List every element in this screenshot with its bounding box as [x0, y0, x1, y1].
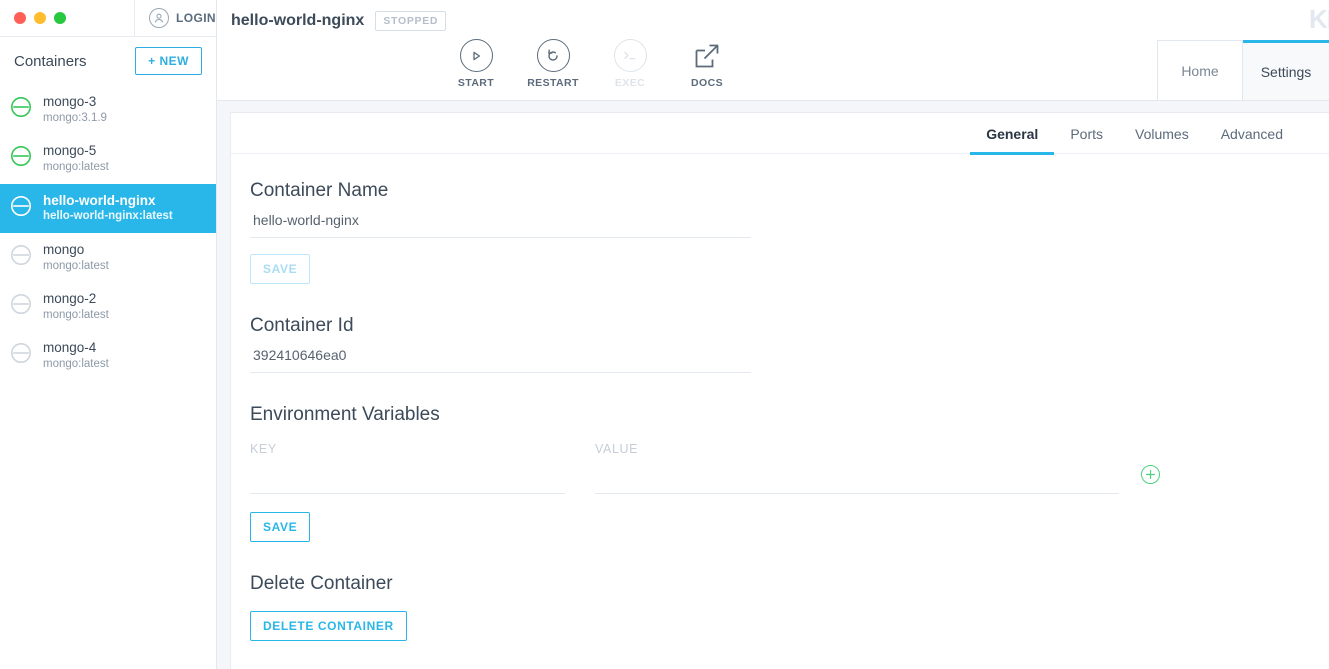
toolbar-button-docs[interactable]: DOCS	[680, 39, 734, 89]
user-circle-icon	[149, 8, 169, 28]
delete-container-section: Delete Container DELETE CONTAINER	[250, 573, 1329, 641]
play-icon	[460, 39, 493, 72]
toolbar-button-label: EXEC	[615, 77, 645, 89]
containers-heading: Containers	[14, 53, 87, 70]
toolbar-button-label: RESTART	[527, 77, 579, 89]
env-key-label: KEY	[250, 442, 565, 456]
tab-label: Ports	[1070, 126, 1103, 142]
close-window-button[interactable]	[14, 12, 26, 24]
sidebar: LOGIN Containers + NEW mongo-3mongo:3.1.…	[0, 0, 217, 669]
content-header: KI hello-world-nginx STOPPED START RESTAR…	[217, 0, 1329, 101]
container-image: hello-world-nginx:latest	[43, 209, 173, 223]
toolbar-button-start[interactable]: START	[449, 39, 503, 89]
list-item[interactable]: hello-world-nginxhello-world-nginx:lates…	[0, 184, 216, 233]
container-status-icon	[10, 244, 32, 271]
env-value-label: VALUE	[595, 442, 1119, 456]
container-name: mongo-4	[43, 340, 109, 357]
container-name: mongo-2	[43, 291, 109, 308]
header-title-row: hello-world-nginx STOPPED	[217, 0, 1329, 31]
toolbar-button-restart[interactable]: RESTART	[526, 39, 580, 89]
container-image: mongo:latest	[43, 308, 109, 322]
tab-volumes[interactable]: Volumes	[1119, 113, 1205, 154]
external-link-icon	[691, 39, 724, 72]
container-status-icon	[10, 342, 32, 369]
nav-tab-settings[interactable]: Settings	[1243, 40, 1329, 100]
container-status-icon	[10, 145, 32, 172]
env-value-column: VALUE	[595, 442, 1119, 494]
zoom-window-button[interactable]	[54, 12, 66, 24]
toolbar-button-exec: EXEC	[603, 39, 657, 89]
list-item[interactable]: mongo-2mongo:latest	[0, 282, 216, 331]
container-name-title: Container Name	[250, 180, 1329, 202]
container-status-icon	[10, 195, 32, 222]
list-item[interactable]: mongo-5mongo:latest	[0, 134, 216, 183]
nav-tab-home[interactable]: Home	[1157, 40, 1243, 100]
toolbar-button-label: DOCS	[691, 77, 723, 89]
tab-label: Volumes	[1135, 126, 1189, 142]
tab-advanced[interactable]: Advanced	[1205, 113, 1299, 154]
container-list: mongo-3mongo:3.1.9mongo-5mongo:latesthel…	[0, 85, 216, 381]
page-title: hello-world-nginx	[231, 12, 364, 30]
container-id-value: 392410646ea0	[250, 337, 751, 373]
toolbar-button-label: START	[458, 77, 494, 89]
container-image: mongo:latest	[43, 160, 109, 174]
save-environment-variables-button[interactable]: SAVE	[250, 512, 310, 542]
nav-tab-label: Home	[1181, 63, 1218, 79]
container-image: mongo:latest	[43, 357, 109, 371]
container-name: hello-world-nginx	[43, 193, 173, 210]
list-item[interactable]: mongo-4mongo:latest	[0, 331, 216, 380]
list-item[interactable]: mongo-3mongo:3.1.9	[0, 85, 216, 134]
container-id-title: Container Id	[250, 315, 1329, 337]
minimize-window-button[interactable]	[34, 12, 46, 24]
settings-tabs: General Ports Volumes Advanced	[231, 113, 1329, 154]
status-badge: STOPPED	[375, 11, 446, 31]
container-image: mongo:latest	[43, 259, 109, 273]
container-name: mongo-3	[43, 94, 107, 111]
list-item[interactable]: mongomongo:latest	[0, 233, 216, 282]
env-key-input[interactable]	[250, 456, 565, 494]
window-titlebar: LOGIN	[0, 0, 216, 37]
save-container-name-button[interactable]: SAVE	[250, 254, 310, 284]
nav-tab-label: Settings	[1261, 64, 1312, 80]
delete-container-title: Delete Container	[250, 573, 1329, 595]
container-name: mongo-5	[43, 143, 109, 160]
app-window: LOGIN Containers + NEW mongo-3mongo:3.1.…	[0, 0, 1329, 669]
app-logo-watermark: KI	[1309, 4, 1329, 35]
container-status-icon	[10, 293, 32, 320]
environment-variables-section: Environment Variables KEY VALUE	[250, 404, 1329, 542]
container-id-section: Container Id 392410646ea0	[250, 315, 1329, 373]
containers-header: Containers + NEW	[0, 37, 216, 85]
container-name-section: Container Name hello-world-nginx SAVE	[250, 180, 1329, 284]
tab-general[interactable]: General	[970, 113, 1054, 154]
settings-body: Container Name hello-world-nginx SAVE Co…	[231, 154, 1329, 641]
env-key-column: KEY	[250, 442, 565, 494]
plus-circle-icon[interactable]	[1141, 465, 1160, 484]
titlebar-divider	[134, 0, 135, 36]
settings-card: General Ports Volumes Advanced Container Na…	[230, 112, 1329, 669]
container-name: mongo	[43, 242, 109, 259]
restart-arrow-icon	[537, 39, 570, 72]
terminal-prompt-icon	[614, 39, 647, 72]
environment-variable-row: KEY VALUE	[250, 442, 1329, 494]
tab-ports[interactable]: Ports	[1054, 113, 1119, 154]
container-name-input[interactable]: hello-world-nginx	[250, 202, 751, 238]
window-controls	[0, 12, 133, 24]
delete-container-button[interactable]: DELETE CONTAINER	[250, 611, 407, 641]
container-image: mongo:3.1.9	[43, 111, 107, 125]
tab-label: Advanced	[1221, 126, 1283, 142]
environment-variables-title: Environment Variables	[250, 404, 1329, 426]
new-container-button[interactable]: + NEW	[135, 47, 202, 75]
env-value-input[interactable]	[595, 456, 1119, 494]
tab-label: General	[986, 126, 1038, 142]
container-status-icon	[10, 96, 32, 123]
login-label: LOGIN	[176, 11, 216, 25]
login-button[interactable]: LOGIN	[149, 8, 216, 28]
top-nav-tabs: Home Settings	[1157, 40, 1329, 100]
